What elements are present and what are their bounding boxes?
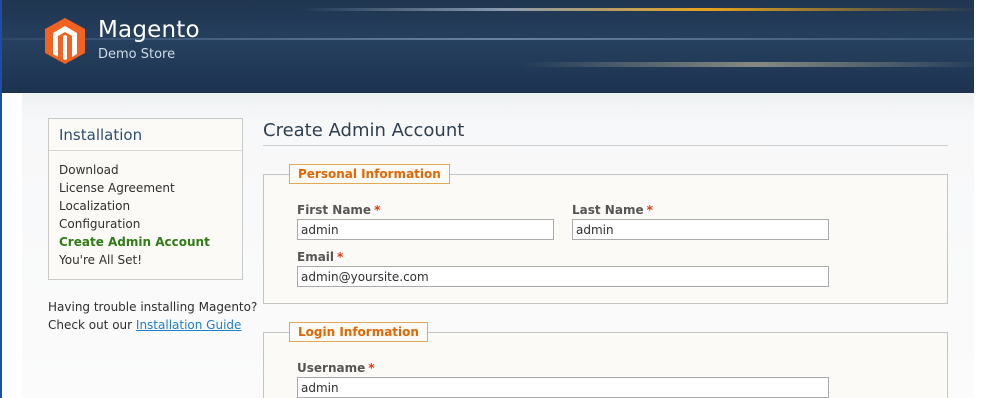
window-edge [0, 0, 2, 398]
step-localization: Localization [59, 199, 131, 213]
divider [49, 150, 242, 151]
page-title: Create Admin Account [263, 120, 465, 141]
first-name-input[interactable] [297, 219, 554, 240]
step-create-admin-account: Create Admin Account [59, 235, 210, 249]
installation-guide-link[interactable]: Installation Guide [136, 318, 242, 332]
username-input[interactable] [297, 377, 829, 398]
step-configuration: Configuration [59, 217, 141, 231]
sidebar-title: Installation [59, 126, 143, 144]
username-label: Username * [297, 361, 375, 375]
store-logo[interactable]: Magento Demo Store [44, 17, 244, 67]
step-all-set: You're All Set! [59, 253, 143, 267]
login-information-fieldset: Login Information Username * [263, 322, 948, 398]
last-name-input[interactable] [572, 219, 829, 240]
email-input[interactable] [297, 266, 829, 287]
store-header: Magento Demo Store [0, 0, 994, 93]
help-text: Having trouble installing Magento? Check… [48, 298, 258, 334]
window-edge [974, 0, 994, 398]
steps-list: Download License Agreement Localization … [59, 163, 210, 271]
fieldset-legend: Personal Information [289, 164, 450, 184]
help-prefix: Check out our [48, 318, 133, 332]
first-name-label: First Name * [297, 203, 381, 217]
brand-name: Magento [98, 17, 200, 43]
personal-information-fieldset: Personal Information First Name* Last Na… [263, 164, 948, 304]
email-label: Email * [297, 250, 344, 264]
help-line: Having trouble installing Magento? [48, 300, 258, 314]
step-download: Download [59, 163, 119, 177]
header-streak [300, 8, 980, 11]
fieldset-legend: Login Information [289, 322, 428, 342]
step-license-agreement: License Agreement [59, 181, 175, 195]
brand-subtitle: Demo Store [98, 47, 176, 62]
installation-steps-panel: Installation Download License Agreement … [48, 118, 243, 280]
magento-logo-icon [45, 18, 85, 64]
last-name-label: Last Name * [572, 203, 653, 217]
help-line: Check out our Installation Guide [48, 316, 258, 334]
header-streak [520, 62, 990, 67]
divider [263, 145, 948, 146]
